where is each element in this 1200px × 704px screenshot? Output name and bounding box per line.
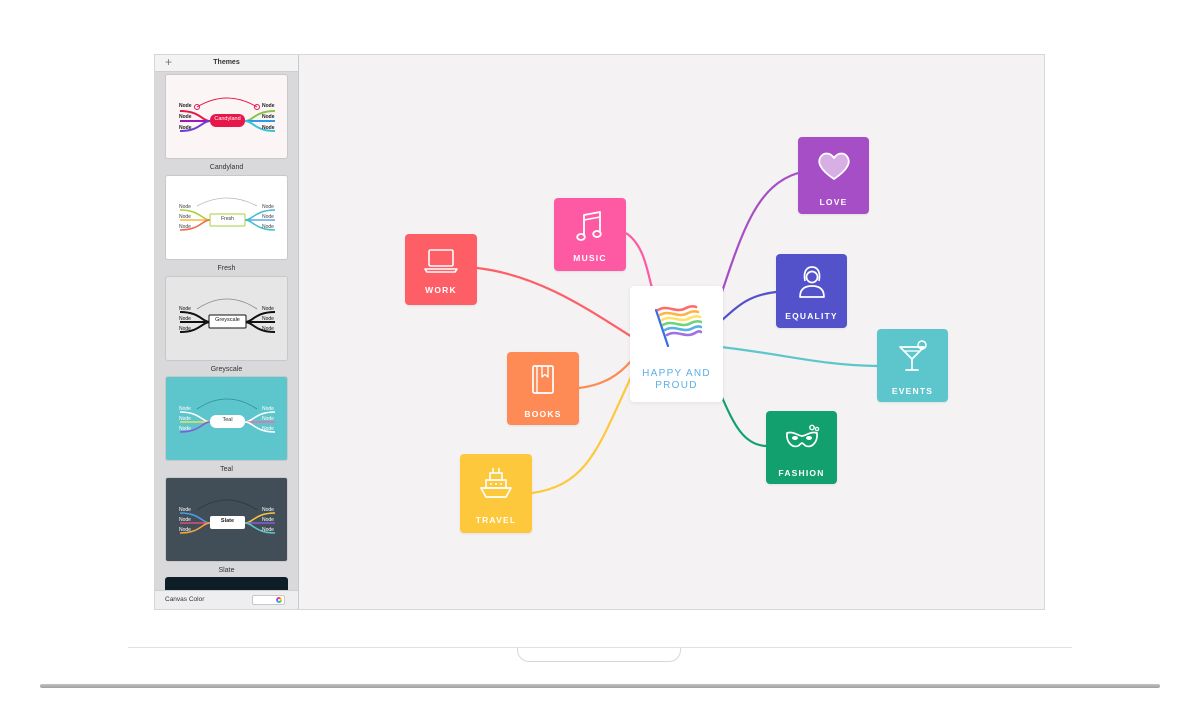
theme-thumbnail-fresh[interactable]: Node Node Node Node Node Node Fresh [165,175,288,260]
music-note-icon [576,211,602,241]
theme-name: Teal [220,466,233,473]
book-icon [532,365,554,394]
connector-work [476,266,633,338]
theme-thumbnail-greyscale[interactable]: Node Node Node Node Node Node Greyscale [165,276,288,361]
theme-name: Fresh [217,265,236,272]
topic-label: MUSIC [573,253,607,263]
theme-thumbnail-candyland[interactable]: Node Node Node Node Node Node Candyland [165,74,288,159]
theme-teal[interactable]: Node Node Node Node Node Node Teal Teal [165,376,288,475]
theme-node-label: Node [179,527,191,533]
theme-node-label: Node [262,214,274,220]
theme-node-label: Node [262,114,275,120]
theme-thumbnail-teal[interactable]: Node Node Node Node Node Node Teal [165,376,288,461]
theme-center-label: Fresh [221,216,234,222]
canvas-color-label: Canvas Color [165,596,205,603]
topic-fashion[interactable]: FASHION [766,411,837,484]
topic-label: BOOKS [524,409,562,419]
theme-node-label: Node [179,214,191,220]
theme-node-label: Node [262,517,274,523]
rainbow-flag-icon [654,305,702,348]
laptop-shadow [40,684,1160,688]
theme-center-label: Slate [220,518,235,524]
theme-node-label: Node [262,406,274,412]
topic-music[interactable]: MUSIC [554,198,626,271]
theme-name: Slate [218,567,235,574]
laptop-icon [424,249,458,273]
theme-node-label: Node [179,426,191,432]
theme-node-label: Node [179,103,192,109]
topic-love[interactable]: LOVE [798,137,869,214]
theme-slate[interactable]: Node Node Node Node Node Node Slate Slat… [165,477,288,576]
theme-center-label: Teal [222,417,233,423]
central-topic-line1: HAPPY AND [642,368,711,379]
theme-greyscale[interactable]: Node Node Node Node Node Node Greyscale … [165,276,288,375]
central-topic[interactable]: HAPPY AND PROUD [630,286,723,402]
connector-events [720,345,878,368]
topic-books[interactable]: BOOKS [507,352,579,425]
theme-node-label: Node [262,507,274,513]
mask-icon [785,424,819,448]
sidebar-footer: Canvas Color [155,590,298,609]
central-topic-label: HAPPY AND PROUD [630,368,723,392]
theme-node-label: Node [262,204,274,210]
topic-events[interactable]: EVENTS [877,329,948,402]
sidebar-header: + Themes [155,55,298,72]
connector-music [625,232,654,289]
sidebar-title: Themes [213,59,240,66]
mind-map-canvas[interactable]: HAPPY AND PROUD WORK MUSIC BOOKS TRAVEL … [299,55,1044,609]
themes-sidebar: + Themes Node Node Node Node Node Node C… [155,55,299,609]
theme-node-label: Node [262,125,275,131]
theme-node-label: Node [262,416,274,422]
theme-center-label: Greyscale [215,317,240,323]
theme-node-label: Node [262,326,274,332]
connector-books [578,359,633,390]
theme-node-label: Node [262,224,274,230]
theme-node-label: Node [179,204,191,210]
theme-node-label: Node [179,125,192,131]
theme-node-label: Node [262,103,275,109]
connector-fashion [719,394,767,448]
theme-node-label: Node [179,406,191,412]
theme-node-label: Node [179,507,191,513]
theme-node-label: Node [262,527,274,533]
theme-node-label: Node [262,316,274,322]
central-topic-line2: PROUD [655,380,698,391]
theme-candyland[interactable]: Node Node Node Node Node Node Candyland … [165,74,288,173]
theme-node-label: Node [179,306,191,312]
theme-node-label: Node [179,224,191,230]
connector-equality [720,290,777,322]
theme-name: Greyscale [210,366,243,373]
topic-label: LOVE [819,197,848,207]
ship-icon [480,468,512,498]
topic-travel[interactable]: TRAVEL [460,454,532,533]
topic-label: FASHION [778,468,825,478]
theme-thumbnail-slate[interactable]: Node Node Node Node Node Node Slate [165,477,288,562]
theme-node-label: Node [262,426,274,432]
theme-node-label: Node [179,326,191,332]
theme-node-label: Node [179,416,191,422]
theme-fresh[interactable]: Node Node Node Node Node Node Fresh Fres… [165,175,288,274]
topic-work[interactable]: WORK [405,234,477,305]
theme-center-label: Candyland [214,116,241,122]
color-wheel-icon[interactable] [276,597,282,603]
topic-equality[interactable]: EQUALITY [776,254,847,328]
topic-label: WORK [425,285,457,295]
heart-icon [817,152,850,180]
topic-label: EQUALITY [785,311,838,321]
topic-label: EVENTS [891,386,934,396]
laptop-notch [517,648,681,662]
theme-node-label: Node [179,114,192,120]
theme-node-label: Node [262,306,274,312]
person-icon [798,266,825,298]
canvas-color-well[interactable] [252,595,285,605]
theme-node-label: Node [179,517,191,523]
theme-name: Candyland [209,164,244,171]
app-window: + Themes Node Node Node Node Node Node C… [154,54,1045,610]
theme-node-label: Node [179,316,191,322]
topic-label: TRAVEL [475,515,517,525]
cocktail-icon [898,340,927,371]
